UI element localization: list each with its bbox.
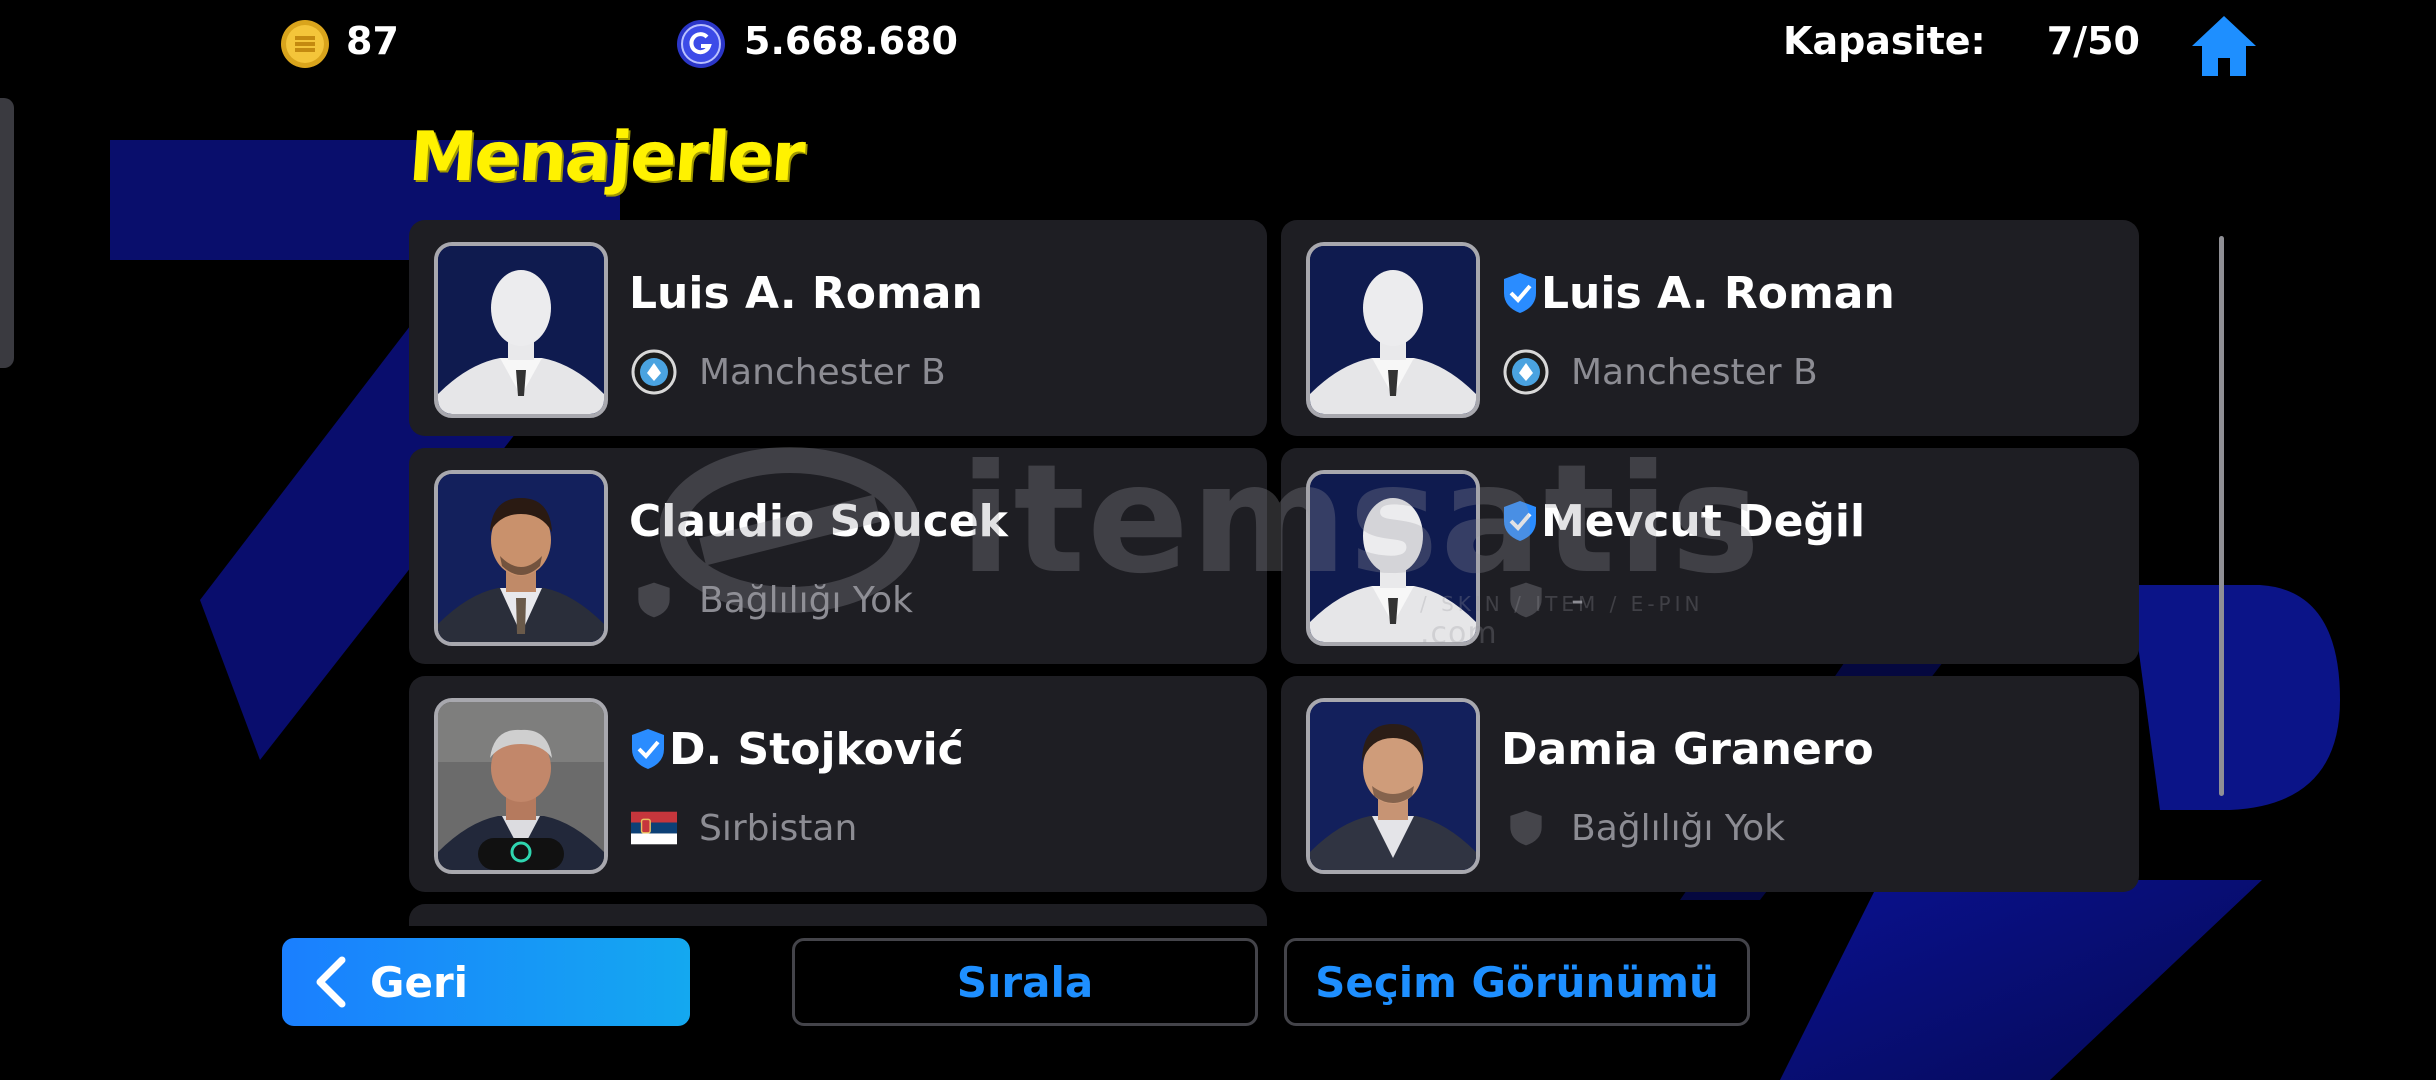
silhouette-portrait-icon (1310, 474, 1476, 642)
manager-team: - (1571, 579, 1584, 621)
sort-button[interactable]: Sırala (792, 938, 1258, 1026)
sort-button-label: Sırala (956, 957, 1094, 1007)
list-scrollbar[interactable] (2219, 236, 2224, 796)
no-affiliation-shield-icon (631, 577, 677, 623)
manager-team: Sırbistan (699, 807, 858, 849)
manager-portrait (1306, 698, 1480, 874)
coin-balance: 87 (346, 19, 399, 63)
manager-name: Luis A. Roman (629, 267, 983, 319)
manager-team: Bağlılığı Yok (699, 579, 913, 621)
gp-icon (677, 20, 725, 68)
gp-balance: 5.668.680 (744, 19, 958, 63)
manager-name: Damia Granero (1501, 723, 1874, 775)
serbia-flag-icon (631, 805, 677, 851)
verified-badge-icon (1504, 273, 1536, 313)
home-icon[interactable] (2190, 14, 2258, 78)
club-badge-icon (631, 349, 677, 395)
chevron-left-icon (316, 956, 346, 1008)
manager-team: Manchester B (1571, 351, 1818, 393)
side-panel-tab[interactable] (0, 98, 14, 368)
silhouette-portrait-icon (438, 246, 604, 414)
no-affiliation-shield-icon (1503, 805, 1549, 851)
manager-name: Luis A. Roman (1541, 267, 1895, 319)
verified-badge-icon (632, 729, 664, 769)
manager-photo (438, 474, 604, 642)
manager-name: Claudio Soucek (629, 495, 1008, 547)
manager-card[interactable]: Mevcut Değil - (1281, 448, 2139, 664)
manager-photo (1310, 702, 1476, 870)
silhouette-portrait-icon (1310, 246, 1476, 414)
no-affiliation-shield-icon (1503, 577, 1549, 623)
top-bar: 87 5.668.680 Kapasite: 7/50 (0, 0, 2436, 84)
manager-portrait (1306, 242, 1480, 418)
manager-card[interactable] (409, 904, 1267, 926)
manager-card[interactable]: Luis A. Roman Manchester B (409, 220, 1267, 436)
page-title: Menajerler (406, 118, 806, 197)
manager-team: Manchester B (699, 351, 946, 393)
manager-list: Luis A. Roman Manchester B Luis A. Roman (409, 220, 2139, 926)
club-badge-icon (1503, 349, 1549, 395)
manager-name: D. Stojković (669, 723, 964, 775)
back-button[interactable]: Geri (282, 938, 690, 1026)
manager-portrait (434, 698, 608, 874)
verified-badge-icon (1504, 501, 1536, 541)
selection-view-button[interactable]: Seçim Görünümü (1284, 938, 1750, 1026)
manager-card[interactable]: D. Stojković Sırbistan (409, 676, 1267, 892)
manager-photo (438, 702, 604, 870)
manager-name: Mevcut Değil (1541, 495, 1866, 547)
manager-portrait (434, 470, 608, 646)
manager-card[interactable]: Luis A. Roman Manchester B (1281, 220, 2139, 436)
selection-view-button-label: Seçim Görünümü (1315, 957, 1719, 1007)
capacity-label: Kapasite: (1783, 19, 1986, 63)
capacity-value: 7/50 (2046, 19, 2140, 63)
manager-team: Bağlılığı Yok (1571, 807, 1785, 849)
manager-card[interactable]: Claudio Soucek Bağlılığı Yok (409, 448, 1267, 664)
manager-card[interactable]: Damia Granero Bağlılığı Yok (1281, 676, 2139, 892)
back-button-label: Geri (370, 957, 469, 1007)
efootball-coin-icon (281, 20, 329, 68)
manager-portrait (1306, 470, 1480, 646)
manager-portrait (434, 242, 608, 418)
